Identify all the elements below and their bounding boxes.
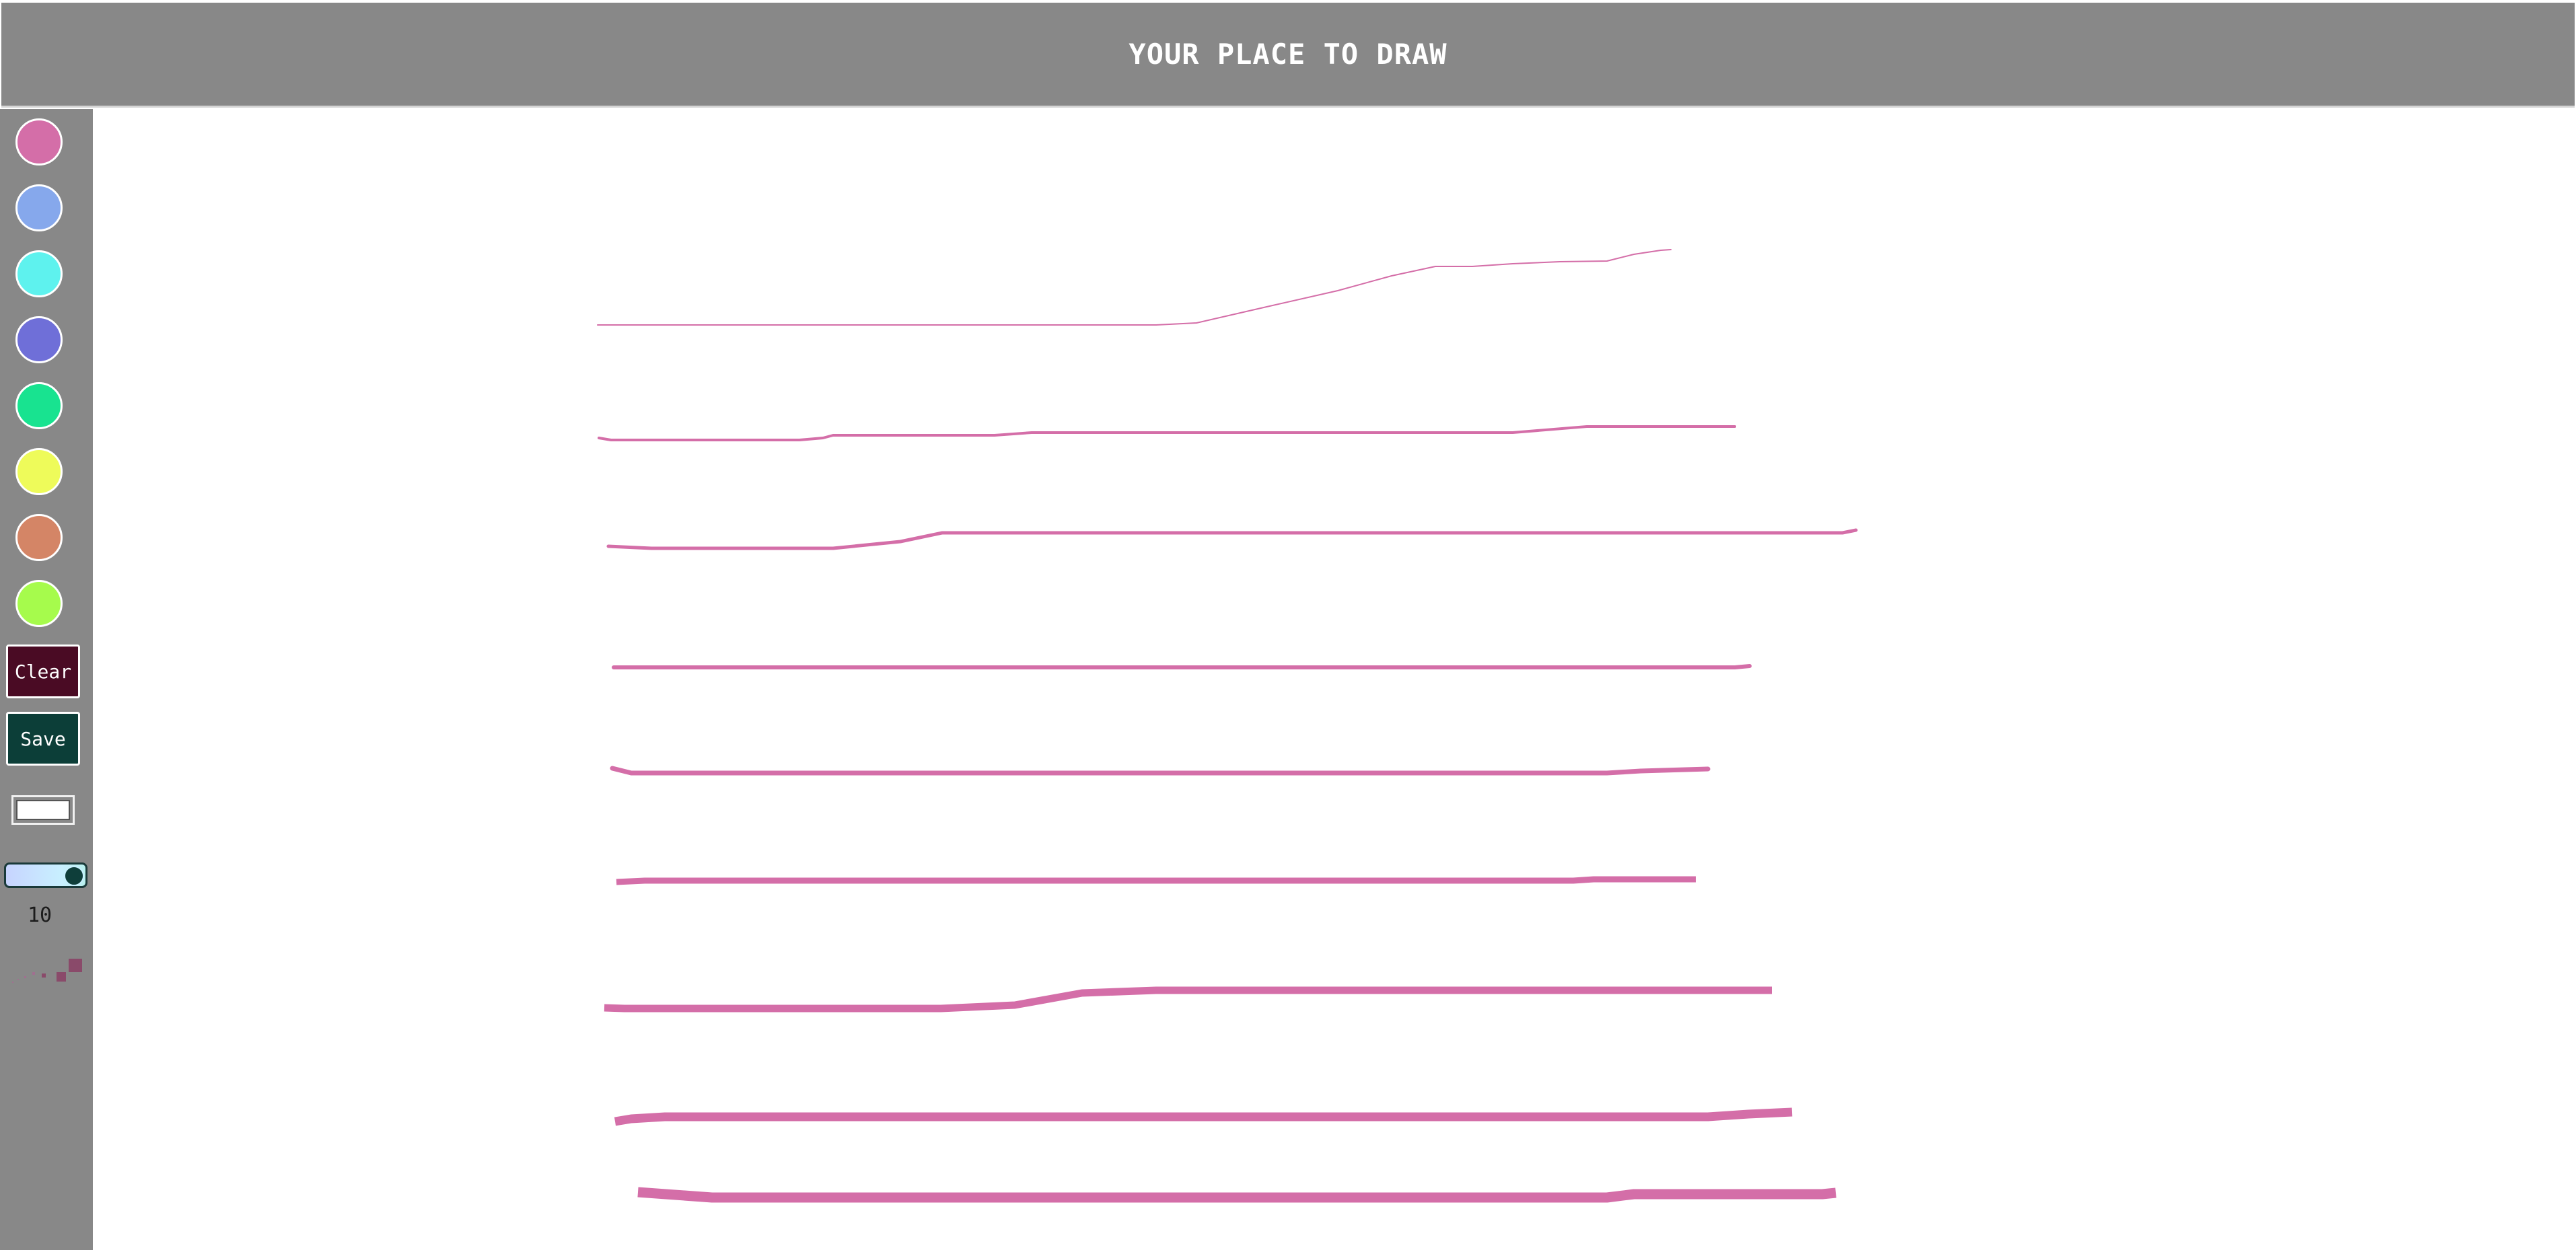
page-title: YOUR PLACE TO DRAW	[1129, 38, 1447, 71]
brush-size-value: 10	[27, 904, 52, 927]
canvas-stroke	[614, 1107, 1793, 1126]
canvas-strokes	[597, 249, 1858, 1203]
drawing-canvas[interactable]	[93, 109, 2576, 1250]
canvas-stroke	[616, 876, 1696, 885]
canvas-stroke	[598, 425, 1736, 441]
color-swatch-yellow[interactable]	[15, 448, 63, 495]
canvas-stroke	[597, 249, 1672, 326]
clear-button-label: Clear	[14, 660, 72, 683]
color-swatch-indigo[interactable]	[15, 316, 63, 363]
brush-size-slider[interactable]	[4, 862, 87, 888]
app-header: YOUR PLACE TO DRAW	[1, 3, 2575, 108]
color-swatch-pink[interactable]	[15, 118, 63, 166]
color-swatch-light-blue[interactable]	[15, 184, 63, 231]
canvas-stroke	[610, 766, 1711, 776]
color-swatch-green[interactable]	[15, 382, 63, 429]
toolbar-sidebar: Clear Save 10	[0, 109, 93, 1250]
clear-button[interactable]: Clear	[6, 645, 80, 698]
color-swatch-cyan[interactable]	[15, 250, 63, 297]
canvas-stroke	[637, 1187, 1836, 1203]
save-button-label: Save	[20, 727, 66, 750]
canvas-stroke	[604, 986, 1772, 1013]
color-swatch-lime[interactable]	[15, 580, 63, 627]
color-swatch-salmon[interactable]	[15, 514, 63, 561]
custom-color-preview	[16, 800, 70, 820]
canvas-stroke	[612, 664, 1752, 669]
custom-color-picker[interactable]	[11, 795, 75, 825]
canvas-stroke	[606, 528, 1858, 550]
slider-thumb[interactable]	[64, 866, 84, 886]
save-button[interactable]: Save	[6, 712, 80, 766]
brush-preview-icon	[12, 959, 82, 983]
